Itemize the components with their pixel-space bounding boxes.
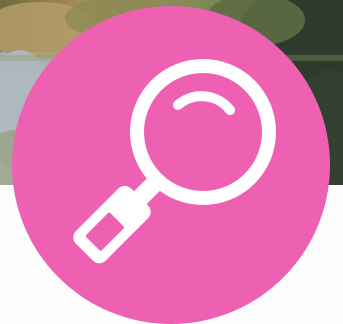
thumbnail-frame — [0, 0, 343, 324]
search-badge-button[interactable] — [12, 6, 330, 324]
badge-circle — [12, 6, 330, 324]
